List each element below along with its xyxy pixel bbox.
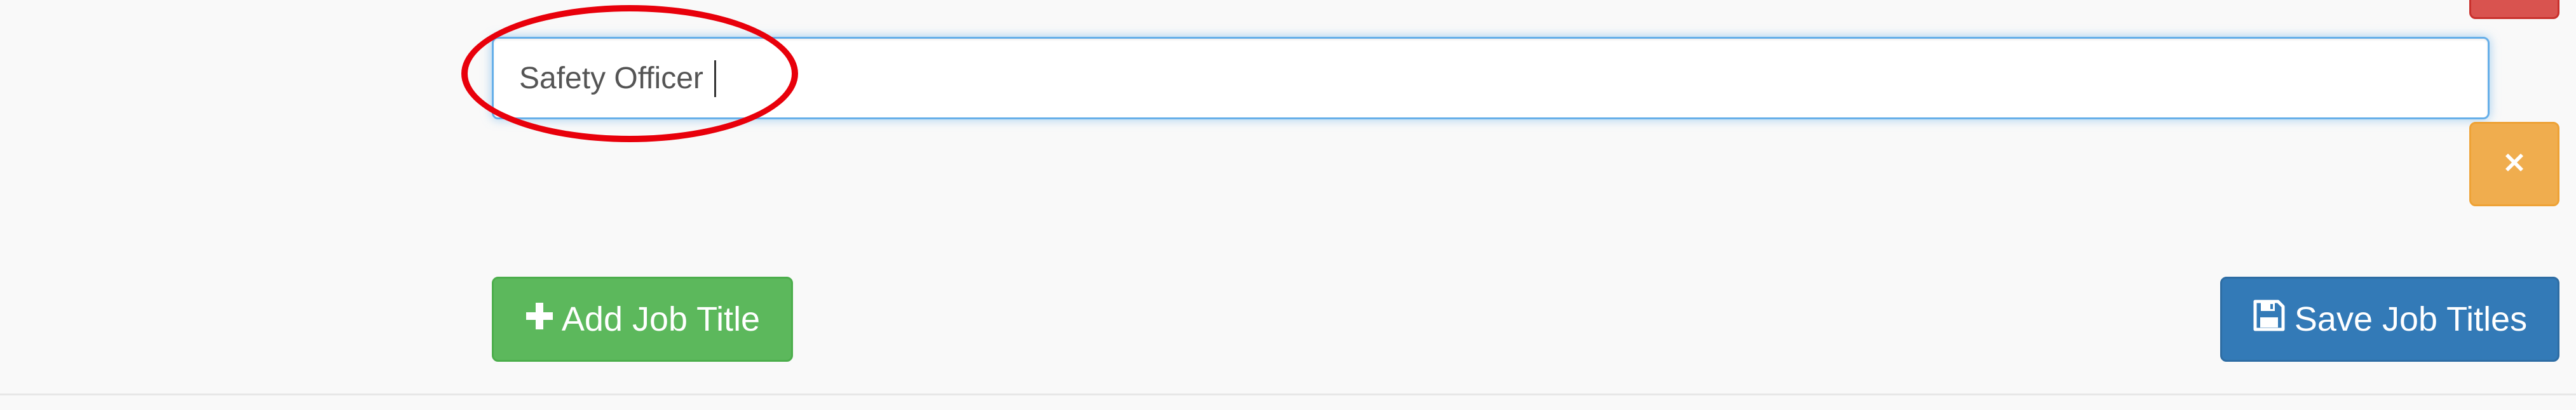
job-titles-panel: Add Job Title Save Job Titles <box>0 0 2576 410</box>
save-job-titles-label: Save Job Titles <box>2294 300 2528 338</box>
delete-button[interactable] <box>2469 0 2559 19</box>
add-job-title-button[interactable]: Add Job Title <box>492 277 793 362</box>
text-cursor <box>714 60 716 97</box>
add-job-title-label: Add Job Title <box>561 300 761 338</box>
remove-job-title-button[interactable] <box>2469 122 2559 206</box>
save-job-titles-button[interactable]: Save Job Titles <box>2220 277 2559 362</box>
floppy-disk-icon <box>2253 299 2286 340</box>
close-icon <box>2502 150 2527 178</box>
plus-icon <box>525 300 554 339</box>
divider <box>0 393 2576 395</box>
job-title-input[interactable] <box>492 37 2490 119</box>
